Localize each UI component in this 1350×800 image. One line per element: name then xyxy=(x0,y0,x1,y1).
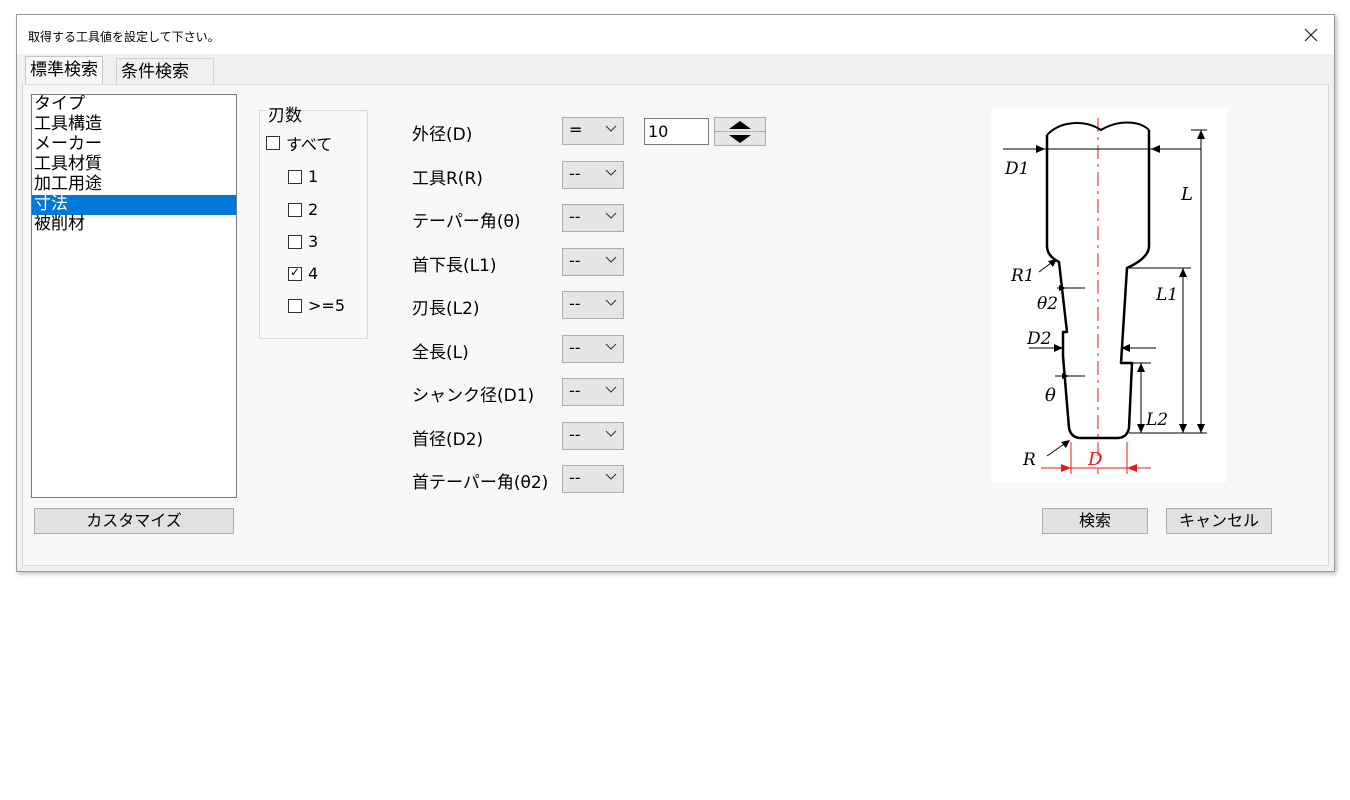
label-d2: D2 xyxy=(1026,329,1051,349)
outer-diameter-input[interactable]: 10 xyxy=(644,118,709,145)
label-flute-length: 刃長(L2) xyxy=(412,299,480,319)
label-neck-diameter: 首径(D2) xyxy=(412,430,484,450)
category-list[interactable]: タイプ 工具構造 メーカー 工具材質 加工用途 寸法 被削材 xyxy=(31,94,237,498)
label-outer-diameter: 外径(D) xyxy=(412,125,473,145)
checkbox-box xyxy=(288,298,302,313)
checkbox-label: 2 xyxy=(308,200,319,219)
checkbox-label: 4 xyxy=(308,264,319,283)
label-neck-length: 首下長(L1) xyxy=(412,256,497,276)
label-l1: L1 xyxy=(1155,285,1178,305)
tab-strip: 標準検索 条件検索 xyxy=(17,54,1334,86)
label-theta: θ xyxy=(1045,385,1056,406)
close-button[interactable] xyxy=(1288,15,1334,54)
neck-taper-angle-operator-select[interactable]: -- xyxy=(562,465,624,493)
customize-button[interactable]: カスタマイズ xyxy=(34,508,234,534)
chevron-down-icon xyxy=(605,256,617,263)
neck-diameter-operator-select[interactable]: -- xyxy=(562,422,624,450)
checkbox-label: >=5 xyxy=(308,296,345,315)
flutes-3-checkbox[interactable]: 3 xyxy=(288,232,318,251)
flute-length-operator-select[interactable]: -- xyxy=(562,291,624,319)
tab-panel: タイプ 工具構造 メーカー 工具材質 加工用途 寸法 被削材 カスタマイズ 刃数… xyxy=(22,84,1329,566)
arrow-down-icon xyxy=(729,134,751,143)
flutes-1-checkbox[interactable]: 1 xyxy=(288,167,318,186)
label-shank-diameter: シャンク径(D1) xyxy=(412,386,535,406)
label-d1: D1 xyxy=(1004,159,1029,179)
list-item-tool-structure[interactable]: 工具構造 xyxy=(32,115,236,135)
select-value: = xyxy=(569,120,583,139)
select-value: -- xyxy=(569,425,581,444)
flutes-all-checkbox[interactable]: すべて xyxy=(266,131,332,155)
dialog-window: 取得する工具値を設定して下さい。 標準検索 条件検索 タイプ 工具構造 メーカー… xyxy=(16,14,1335,572)
chevron-down-icon xyxy=(605,473,617,480)
checkbox-label: 1 xyxy=(308,167,319,186)
chevron-down-icon xyxy=(605,212,617,219)
label-l: L xyxy=(1180,184,1193,205)
tool-dimension-diagram: D1 L R1 θ2 L1 D2 θ L2 R D xyxy=(991,108,1227,482)
label-tool-radius: 工具R(R) xyxy=(412,169,483,189)
list-item-workpiece-material[interactable]: 被削材 xyxy=(32,215,236,235)
overall-length-operator-select[interactable]: -- xyxy=(562,335,624,363)
endmill-drawing: D1 L R1 θ2 L1 D2 θ L2 R D xyxy=(1003,118,1207,474)
label-theta2: θ2 xyxy=(1037,294,1058,314)
neck-length-operator-select[interactable]: -- xyxy=(562,248,624,276)
label-d: D xyxy=(1087,449,1103,470)
checkbox-box xyxy=(288,234,302,249)
checkbox-box xyxy=(288,265,302,281)
shank-diameter-operator-select[interactable]: -- xyxy=(562,378,624,406)
select-value: -- xyxy=(569,338,581,357)
select-value: -- xyxy=(569,251,581,270)
flutes-5plus-checkbox[interactable]: >=5 xyxy=(288,296,345,315)
select-value: -- xyxy=(569,207,581,226)
tab-condition-search[interactable]: 条件検索 xyxy=(116,58,214,85)
select-value: -- xyxy=(569,164,581,183)
cancel-button[interactable]: キャンセル xyxy=(1166,508,1272,534)
dialog-title: 取得する工具値を設定して下さい。 xyxy=(28,30,220,44)
taper-angle-operator-select[interactable]: -- xyxy=(562,204,624,232)
flutes-group-title: 刃数 xyxy=(266,101,304,126)
label-overall-length: 全長(L) xyxy=(412,343,469,363)
spin-down-button[interactable] xyxy=(714,131,766,146)
arrow-up-icon xyxy=(729,120,751,129)
checkbox-box xyxy=(288,202,302,217)
select-value: -- xyxy=(569,381,581,400)
flutes-2-checkbox[interactable]: 2 xyxy=(288,200,318,219)
checkbox-label: 3 xyxy=(308,232,319,251)
tab-standard-search[interactable]: 標準検索 xyxy=(25,56,103,86)
chevron-down-icon xyxy=(605,386,617,393)
spin-up-button[interactable] xyxy=(714,117,766,132)
outer-diameter-operator-select[interactable]: = xyxy=(562,117,624,145)
tool-radius-operator-select[interactable]: -- xyxy=(562,161,624,189)
checkbox-box xyxy=(288,169,302,184)
checkbox-box xyxy=(266,136,280,150)
label-neck-taper-angle: 首テーパー角(θ2) xyxy=(412,473,549,493)
flutes-4-checkbox[interactable]: 4 xyxy=(288,264,318,283)
list-item-dimensions[interactable]: 寸法 xyxy=(32,195,236,215)
label-r: R xyxy=(1022,450,1036,470)
checkbox-label: すべて xyxy=(286,135,333,154)
select-value: -- xyxy=(569,468,581,487)
list-item-machining-use[interactable]: 加工用途 xyxy=(32,175,236,195)
chevron-down-icon xyxy=(605,430,617,437)
label-r1: R1 xyxy=(1010,266,1035,286)
list-item-tool-material[interactable]: 工具材質 xyxy=(32,155,236,175)
chevron-down-icon xyxy=(605,125,617,132)
list-item-type[interactable]: タイプ xyxy=(32,95,236,115)
label-l2: L2 xyxy=(1145,410,1168,430)
search-button[interactable]: 検索 xyxy=(1042,508,1148,534)
chevron-down-icon xyxy=(605,169,617,176)
list-item-maker[interactable]: メーカー xyxy=(32,135,236,155)
title-bar: 取得する工具値を設定して下さい。 xyxy=(17,15,1334,54)
select-value: -- xyxy=(569,294,581,313)
label-taper-angle: テーパー角(θ) xyxy=(412,212,521,232)
close-icon xyxy=(1304,28,1318,41)
chevron-down-icon xyxy=(605,343,617,350)
chevron-down-icon xyxy=(605,299,617,306)
